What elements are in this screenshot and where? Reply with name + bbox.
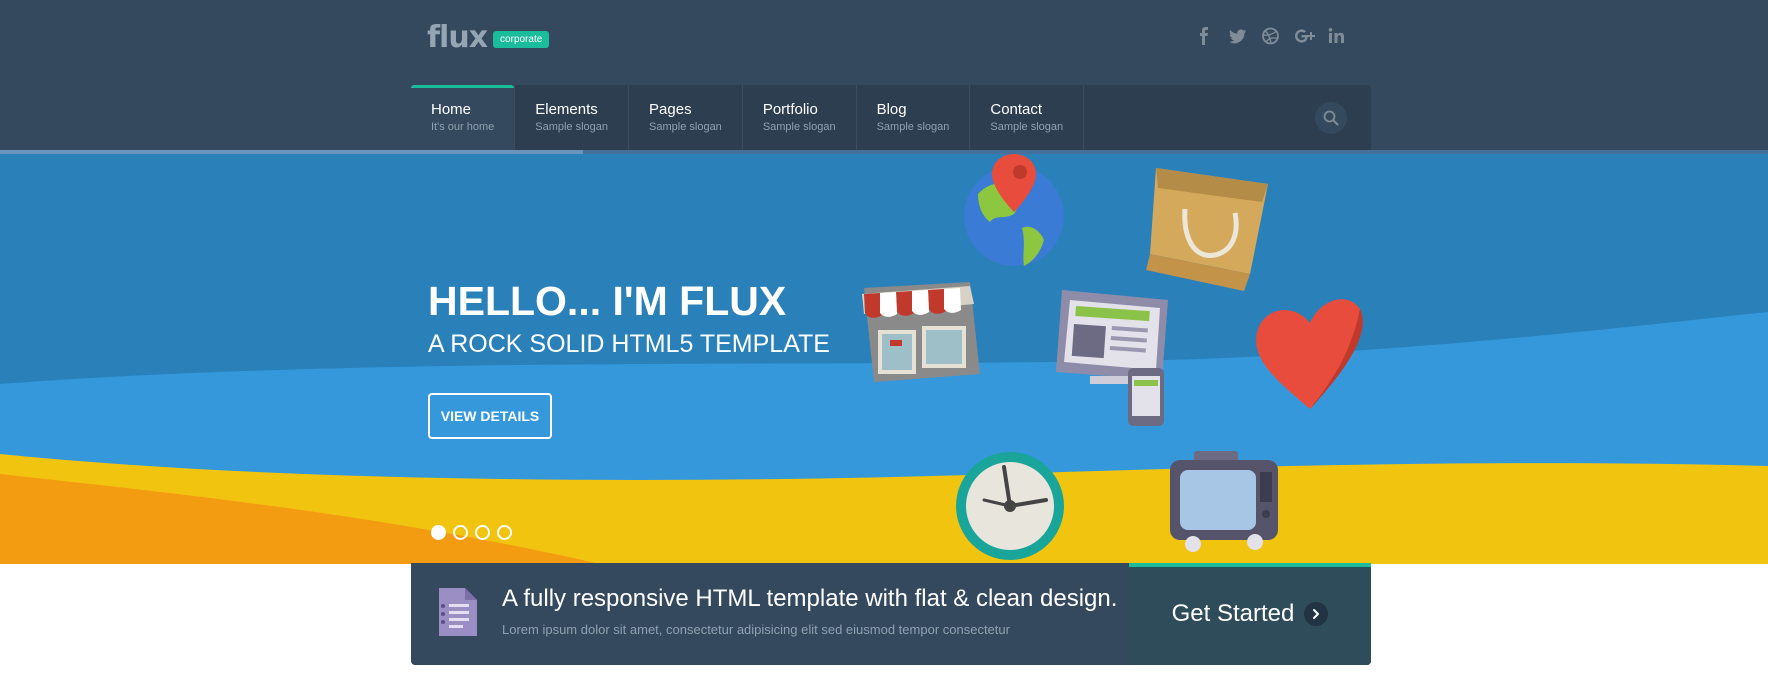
- facebook-icon[interactable]: [1195, 26, 1214, 46]
- hero-title: HELLO... I'M FLUX: [428, 278, 787, 324]
- twitter-icon[interactable]: [1228, 26, 1247, 46]
- search-icon: [1323, 110, 1339, 126]
- nav-item-subtitle: Sample slogan: [990, 121, 1064, 133]
- nav-item-title: Elements: [535, 101, 598, 118]
- get-started-label: Get Started: [1171, 600, 1295, 627]
- shop-front-icon: [862, 282, 980, 382]
- nav-item-title: Portfolio: [762, 101, 818, 118]
- slider-dot-3[interactable]: [475, 525, 490, 540]
- logo-text: flux: [427, 20, 488, 55]
- cta-subtext: Lorem ipsum dolor sit amet, consectetur …: [502, 622, 1010, 637]
- nav-item-pages[interactable]: Pages Sample slogan: [629, 85, 743, 150]
- get-started-button[interactable]: Get Started: [1129, 563, 1371, 665]
- clock-icon: [956, 452, 1064, 560]
- cta-headline: A fully responsive HTML template with fl…: [502, 585, 1118, 612]
- slider-pagination: [431, 525, 512, 540]
- nav-item-home[interactable]: Home It's our home: [411, 85, 516, 150]
- main-nav: Home It's our home Elements Sample sloga…: [411, 85, 1371, 150]
- nav-item-title: Blog: [876, 101, 907, 118]
- responsive-devices-icon: [1056, 290, 1168, 426]
- header: flux corporate Home It's our home Elemen…: [0, 0, 1768, 150]
- logo-badge: corporate: [493, 31, 550, 48]
- nav-item-subtitle: Sample slogan: [535, 121, 609, 133]
- nav-item-subtitle: It's our home: [431, 121, 495, 133]
- nav-item-subtitle: Sample slogan: [876, 121, 950, 133]
- page: flux corporate Home It's our home Elemen…: [0, 0, 1768, 689]
- hero-subtitle: A ROCK SOLID HTML5 TEMPLATE: [428, 330, 830, 358]
- hero-slider: HELLO... I'M FLUX A ROCK SOLID HTML5 TEM…: [0, 154, 1768, 614]
- nav-item-elements[interactable]: Elements Sample slogan: [515, 85, 630, 150]
- logo[interactable]: flux corporate: [427, 20, 550, 55]
- slider-dot-1[interactable]: [431, 525, 446, 540]
- google-plus-icon[interactable]: [1294, 26, 1315, 46]
- nav-item-title: Contact: [990, 101, 1043, 118]
- nav-item-blog[interactable]: Blog Sample slogan: [857, 85, 971, 150]
- dribbble-icon[interactable]: [1261, 26, 1280, 46]
- hero-illustration: [862, 154, 1363, 560]
- nav-item-subtitle: Sample slogan: [649, 121, 722, 133]
- nav-item-contact[interactable]: Contact Sample slogan: [970, 85, 1085, 150]
- nav-item-portfolio[interactable]: Portfolio Sample slogan: [743, 85, 857, 150]
- shopping-bag-icon: [1146, 168, 1268, 291]
- slider-dot-2[interactable]: [453, 525, 468, 540]
- nav-item-subtitle: Sample slogan: [762, 121, 836, 133]
- linkedin-icon[interactable]: [1327, 26, 1346, 46]
- slider-dot-4[interactable]: [497, 525, 512, 540]
- heart-icon: [1256, 299, 1363, 409]
- chevron-right-icon: [1304, 602, 1329, 626]
- view-details-button[interactable]: VIEW DETAILS: [428, 393, 552, 439]
- tv-icon: [1170, 451, 1278, 552]
- search-button[interactable]: [1315, 102, 1347, 134]
- globe-pin-icon: [964, 154, 1064, 266]
- document-icon: [435, 584, 481, 645]
- nav-item-title: Home: [431, 101, 472, 118]
- call-to-action-bar: A fully responsive HTML template with fl…: [411, 563, 1371, 665]
- social-links: [1195, 26, 1346, 46]
- nav-item-title: Pages: [649, 101, 692, 118]
